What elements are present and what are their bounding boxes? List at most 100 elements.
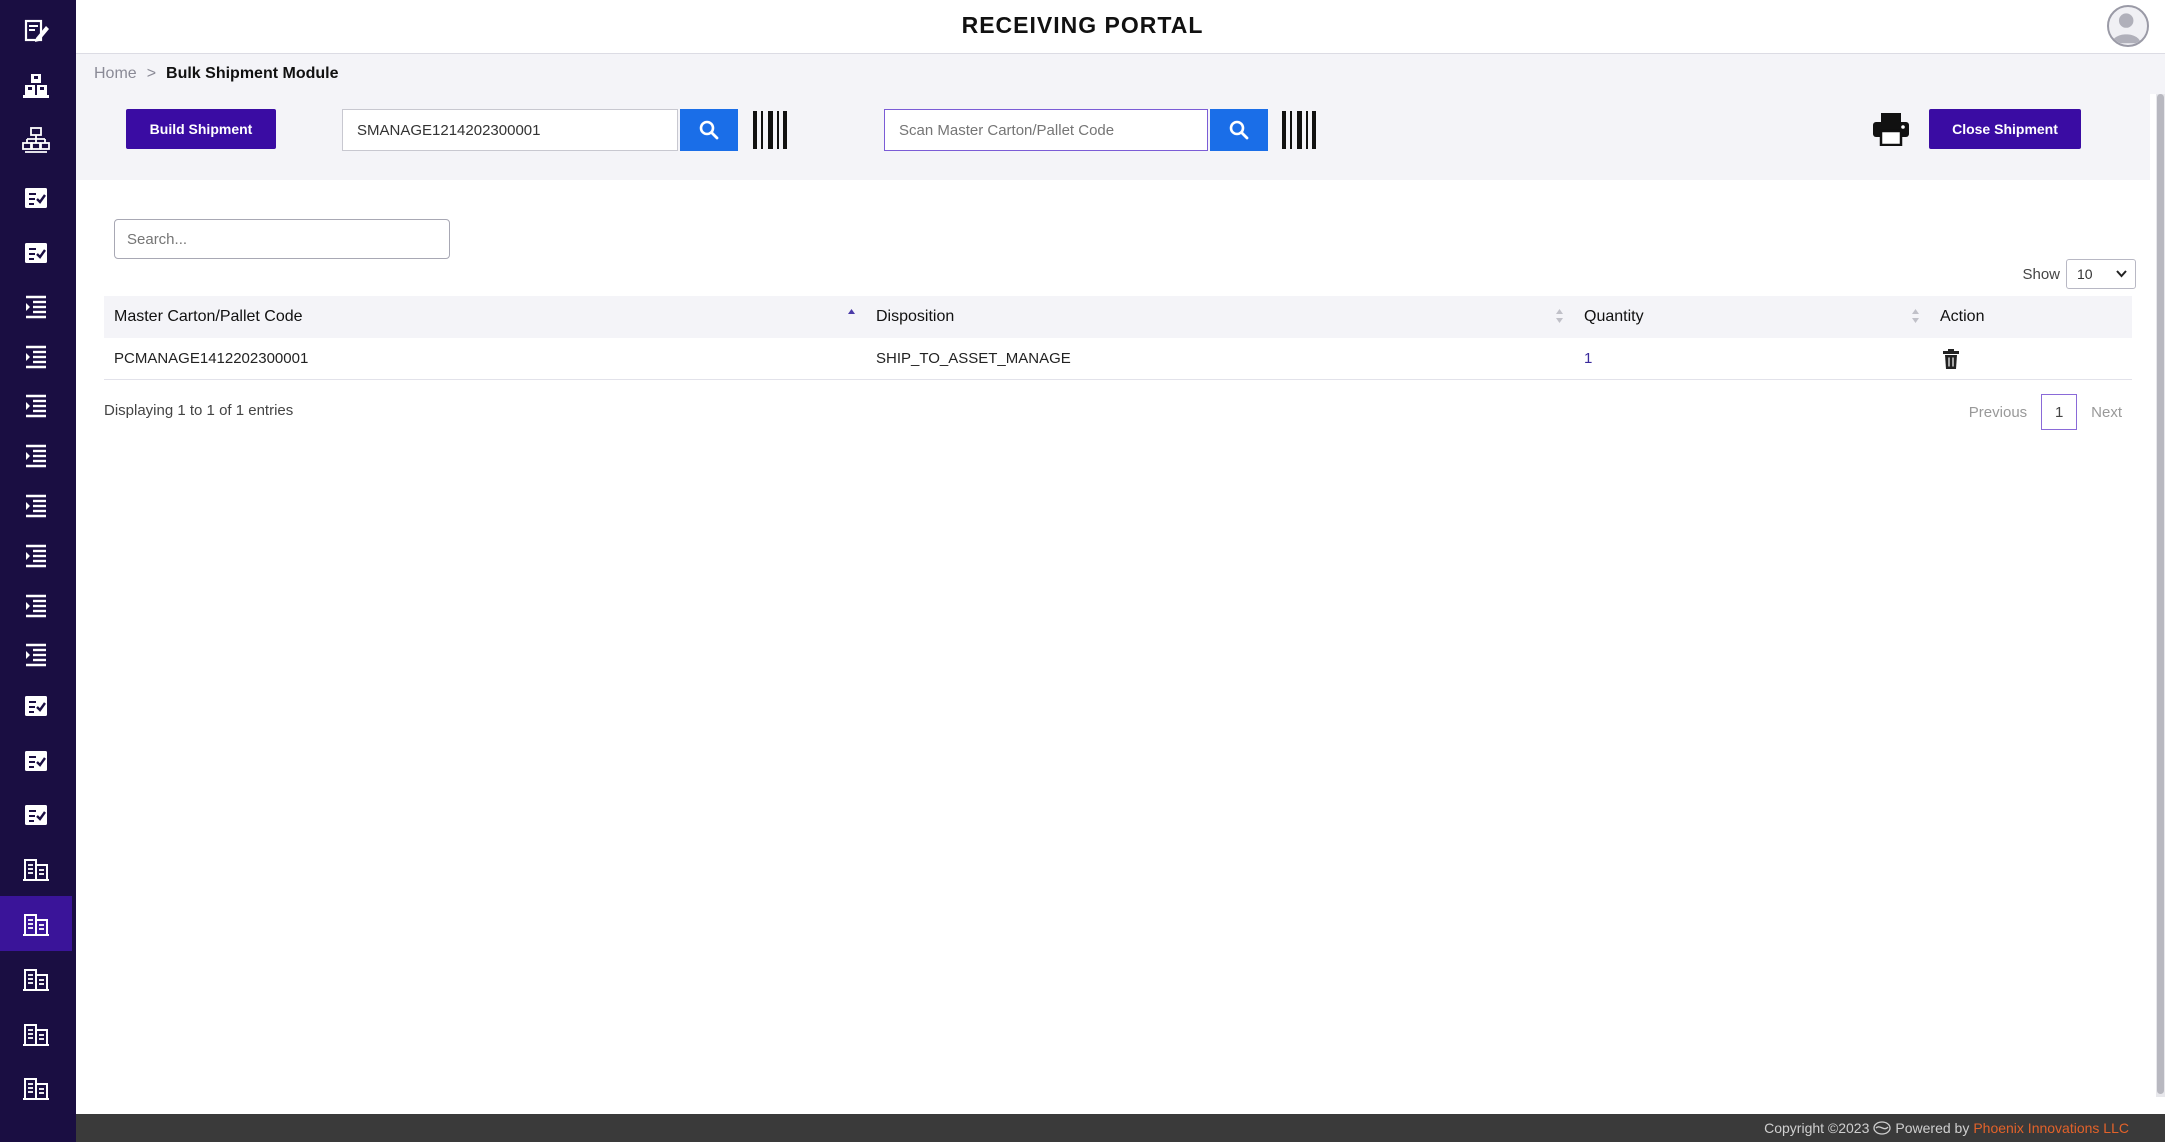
page-size-value: 10 <box>2077 266 2093 282</box>
page-size-select[interactable]: 10 <box>2066 259 2136 289</box>
column-header-code[interactable]: Master Carton/Pallet Code <box>104 296 866 338</box>
pagination-next[interactable]: Next <box>2077 404 2136 421</box>
sidebar-item-20[interactable] <box>0 1006 72 1061</box>
sidebar-item-17[interactable] <box>0 841 72 896</box>
checklist-icon <box>25 187 47 208</box>
sidebar-item-12[interactable] <box>0 577 72 632</box>
sidebar-item-8[interactable] <box>0 377 72 432</box>
page-size-control: Show 10 <box>2022 259 2136 289</box>
building-icon <box>23 1077 49 1100</box>
quantity-link[interactable]: 1 <box>1584 350 1592 367</box>
pagination-previous[interactable]: Previous <box>1955 404 2041 421</box>
sidebar-item-9[interactable] <box>0 427 72 482</box>
shipment-code-input[interactable] <box>342 109 678 151</box>
trash-icon[interactable] <box>1942 348 1960 370</box>
sidebar-item-2[interactable] <box>0 57 72 112</box>
checklist-icon <box>25 750 47 771</box>
indent-list-icon <box>26 643 46 666</box>
print-icon[interactable] <box>1872 112 1910 146</box>
sort-icon <box>1912 309 1919 323</box>
sidebar-item-16[interactable] <box>0 787 72 842</box>
breadcrumb-separator: > <box>146 65 157 82</box>
indent-list-icon <box>26 345 46 368</box>
cell-action <box>1930 338 2132 379</box>
scrollbar-thumb[interactable] <box>2157 94 2164 1094</box>
page-footer: Copyright ©2023 Powered by Phoenix Innov… <box>76 1114 2165 1142</box>
column-header-action: Action <box>1930 296 2132 338</box>
sidebar-item-3[interactable] <box>0 112 72 167</box>
sort-ascending-icon <box>848 309 855 314</box>
sidebar-item-6[interactable] <box>0 278 72 333</box>
shipment-table-card: Show 10 Master Carton/Pallet Code Dispos… <box>80 184 2154 1099</box>
building-icon <box>23 1023 49 1046</box>
sidebar-item-5[interactable] <box>0 225 72 280</box>
sidebar-item-10[interactable] <box>0 477 72 532</box>
indent-list-icon <box>26 544 46 567</box>
sidebar <box>0 0 76 1142</box>
copyright-text: Copyright ©2023 <box>1764 1120 1870 1136</box>
building-icon <box>23 968 49 991</box>
column-header-quantity[interactable]: Quantity <box>1574 296 1930 338</box>
chevron-down-icon <box>2116 270 2127 278</box>
carton-search-button[interactable] <box>1210 109 1268 151</box>
indent-list-icon <box>26 394 46 417</box>
sidebar-item-11[interactable] <box>0 527 72 582</box>
checklist-icon <box>25 804 47 825</box>
sidebar-item-14[interactable] <box>0 678 72 733</box>
checklist-icon <box>25 695 47 716</box>
indent-list-icon <box>26 594 46 617</box>
search-icon <box>1229 120 1249 140</box>
cell-code: PCMANAGE1412202300001 <box>114 350 309 367</box>
pagination: Previous 1 Next <box>1955 394 2136 430</box>
column-header-label: Quantity <box>1584 308 1644 325</box>
sidebar-item-4[interactable] <box>0 170 72 225</box>
pagination-page-1[interactable]: 1 <box>2041 394 2078 430</box>
sort-icon <box>1556 309 1563 323</box>
table-row: PCMANAGE1412202300001 SHIP_TO_ASSET_MANA… <box>104 338 2132 380</box>
indent-list-icon <box>26 494 46 517</box>
checklist-icon <box>25 242 47 263</box>
table-header-row: Master Carton/Pallet Code Disposition Qu… <box>104 296 2132 338</box>
sidebar-item-7[interactable] <box>0 328 72 383</box>
sidebar-item-19[interactable] <box>0 951 72 1006</box>
breadcrumb-home-link[interactable]: Home <box>94 65 137 83</box>
sidebar-item-18[interactable] <box>0 896 72 951</box>
powered-by-text: Powered by <box>1895 1120 1970 1136</box>
show-label: Show <box>2022 265 2060 283</box>
sidebar-item-13[interactable] <box>0 626 72 681</box>
shipment-toolbar: Build Shipment Close Shipment <box>76 94 2150 180</box>
barcode-scan-icon[interactable] <box>1282 111 1316 149</box>
cartons-table: Master Carton/Pallet Code Disposition Qu… <box>104 296 2132 380</box>
barcode-scan-icon[interactable] <box>753 111 787 149</box>
column-header-disposition[interactable]: Disposition <box>866 296 1574 338</box>
sidebar-item-21[interactable] <box>0 1060 72 1115</box>
column-header-label: Master Carton/Pallet Code <box>114 308 303 325</box>
sidebar-item-15[interactable] <box>0 733 72 788</box>
table-entries-info: Displaying 1 to 1 of 1 entries <box>104 402 294 419</box>
globe-logo-icon <box>1873 1121 1892 1135</box>
brand-link[interactable]: Phoenix Innovations LLC <box>1973 1120 2129 1136</box>
column-header-label: Action <box>1940 308 1985 325</box>
user-avatar-icon[interactable] <box>2107 5 2149 47</box>
boxes-icon <box>23 73 49 98</box>
org-chart-icon <box>22 126 50 153</box>
carton-code-input[interactable] <box>884 109 1208 151</box>
build-shipment-button[interactable]: Build Shipment <box>126 109 276 149</box>
page-scrollbar[interactable] <box>2156 94 2165 1097</box>
column-header-label: Disposition <box>876 308 955 325</box>
app-title: RECEIVING PORTAL <box>961 12 1204 38</box>
edit-note-icon <box>24 19 49 42</box>
building-icon <box>23 858 49 881</box>
cell-quantity: 1 <box>1574 338 1930 379</box>
breadcrumb: Home > Bulk Shipment Module <box>76 54 2165 94</box>
close-shipment-button[interactable]: Close Shipment <box>1929 109 2081 149</box>
table-search-input[interactable] <box>114 219 450 259</box>
shipment-search-button[interactable] <box>680 109 738 151</box>
building-icon <box>23 913 49 936</box>
sidebar-item-1[interactable] <box>0 2 72 57</box>
indent-list-icon <box>26 444 46 467</box>
cell-disposition: SHIP_TO_ASSET_MANAGE <box>876 350 1071 367</box>
app-header: RECEIVING PORTAL <box>76 0 2165 54</box>
search-icon <box>699 120 719 140</box>
indent-list-icon <box>26 295 46 318</box>
